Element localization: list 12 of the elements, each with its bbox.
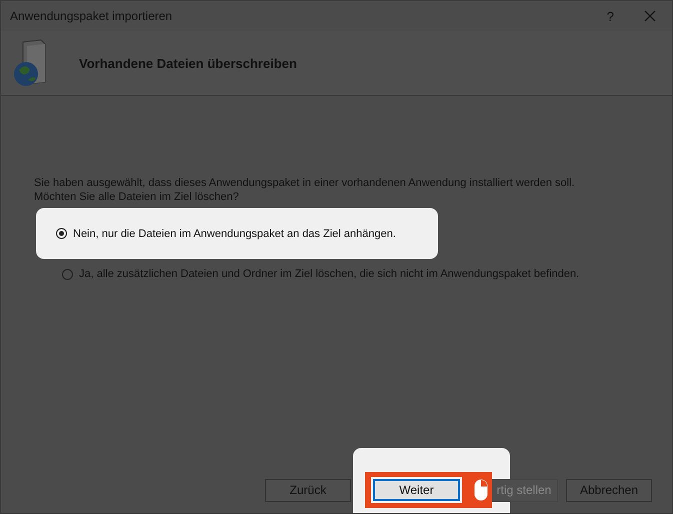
dialog-button[interactable]: Zurück [265,478,351,502]
page-heading: Vorhandene Dateien überschreiben [79,56,297,70]
radio-option[interactable]: Nein, nur die Dateien im Anwendungspaket an das Ziel anhängen. [56,228,396,240]
help-button[interactable]: ? [606,8,614,24]
window-title: Anwendungspaket importieren [10,9,172,23]
radio-option[interactable]: Ja, alle zusätzlichen Dateien und Ordner im Ziel löschen, die sich nicht im Anwendungspaket befinden. [62,268,580,280]
mouse-icon [474,479,488,501]
next-button[interactable]: Weiter [373,479,460,501]
dialog-button[interactable]: Abbrechen [566,478,652,502]
message-text: Sie haben ausgewählt, dass dieses Anwendungspaket in einer vorhandenen Anwendung installiert werden soll. [34,176,576,190]
close-icon[interactable] [644,10,656,22]
message-text: Möchten Sie alle Dateien im Ziel löschen? [34,190,240,204]
